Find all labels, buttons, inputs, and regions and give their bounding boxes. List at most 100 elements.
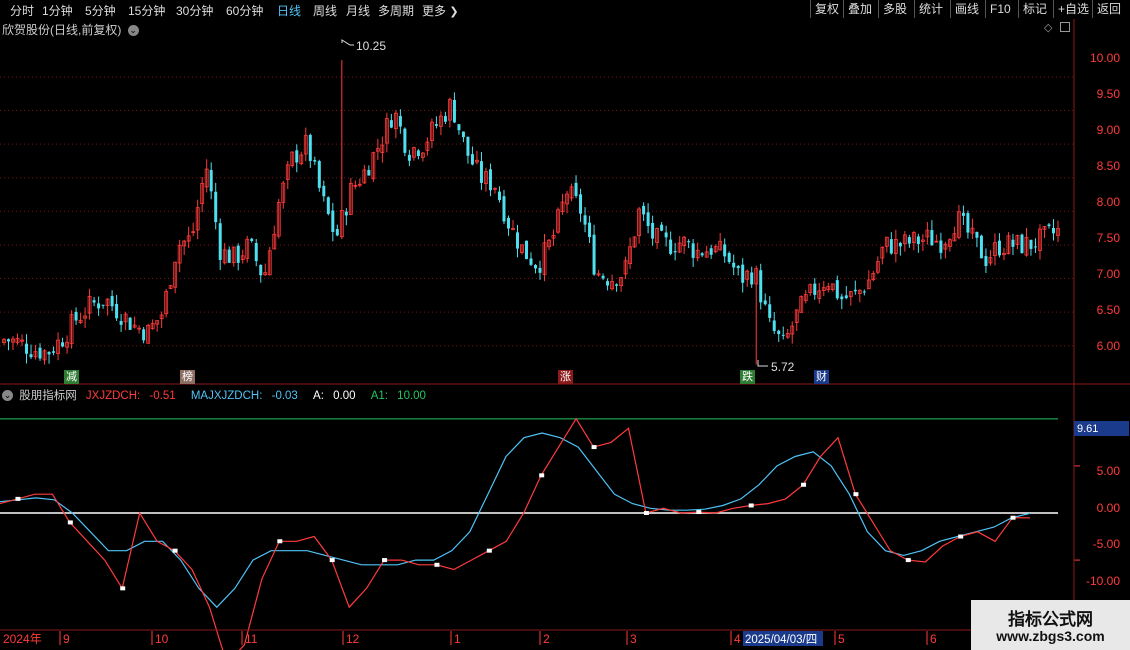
candle-body	[142, 329, 146, 341]
event-marker-limit-up[interactable]: 涨	[558, 370, 573, 384]
indicator-tick: 0.00	[1097, 501, 1121, 515]
high-price-label: 10.25	[356, 39, 386, 53]
signal-dot	[120, 586, 126, 591]
candle-body	[38, 347, 42, 359]
candle-body	[772, 320, 776, 332]
signal-dot	[15, 496, 21, 501]
price-tick: 7.00	[1097, 267, 1121, 281]
candle-body	[664, 232, 668, 238]
price-tick: 8.00	[1097, 195, 1121, 209]
candle-body	[416, 150, 420, 157]
candle-body	[583, 215, 587, 225]
candle-body	[759, 270, 763, 303]
candle-body	[497, 191, 501, 201]
candle-body	[335, 229, 339, 236]
candle-body	[236, 245, 240, 263]
candle-body	[52, 351, 56, 353]
signal-dot	[277, 539, 283, 544]
candle-body	[732, 262, 736, 268]
candle-body	[723, 244, 727, 257]
date-tick: 1	[454, 632, 461, 646]
candle-body	[660, 224, 664, 231]
candle-body	[214, 191, 218, 223]
event-marker-rank[interactable]: 榜	[180, 370, 195, 384]
price-tick: 7.50	[1097, 231, 1121, 245]
indicator-axis: 5.00 0.00 -5.00 -10.00	[1086, 464, 1120, 588]
candle-body	[259, 264, 263, 276]
indicator-field-a1: A1: 10.00	[371, 390, 432, 402]
candle-body	[470, 154, 474, 165]
candle-body	[74, 311, 78, 321]
signal-dot	[486, 548, 492, 553]
candle-body	[889, 239, 893, 254]
candle-body	[331, 210, 335, 232]
candle-body	[524, 240, 528, 260]
indicator-field-majxjzdch: MAJXJZDCH: -0.03	[191, 390, 307, 402]
price-axis: 10.00 9.50 9.00 8.50 8.00 7.50 7.00 6.50…	[1090, 51, 1120, 353]
candlestick-series	[2, 60, 1060, 365]
candle-body	[110, 296, 114, 307]
candle-body	[606, 281, 610, 286]
date-axis: 2024年 9 10 11 12 1 2 3 4 2025/04/03/四 5 …	[3, 631, 937, 646]
signal-dot	[853, 492, 859, 497]
candle-body	[61, 342, 65, 347]
candle-body	[768, 304, 772, 318]
price-tick: 8.50	[1097, 159, 1121, 173]
candle-body	[92, 300, 96, 303]
candle-body	[615, 284, 619, 286]
low-annotation: 5.72	[757, 360, 795, 374]
signal-dot	[748, 503, 754, 508]
field-value: 10.00	[397, 390, 426, 402]
candle-body	[7, 339, 11, 342]
candle-body	[687, 241, 691, 243]
event-marker-limit-down[interactable]: 跌	[740, 370, 755, 384]
candle-body	[592, 234, 596, 275]
date-tick: 5	[838, 632, 845, 646]
candle-body	[466, 136, 470, 156]
candle-body	[1011, 239, 1015, 247]
candle-body	[777, 330, 781, 335]
indicator-title-bar: ⌄ 股朋指标网 JXJZDCH: -0.51 MAJXJZDCH: -0.03 …	[2, 387, 438, 403]
candle-body	[588, 222, 592, 238]
signal-dot	[801, 482, 807, 487]
candle-body	[295, 150, 299, 163]
candle-body	[308, 134, 312, 161]
candle-body	[574, 182, 578, 196]
majxjzdch-line	[0, 432, 1031, 609]
candle-body	[403, 128, 407, 153]
event-marker-finance[interactable]: 财	[814, 370, 829, 384]
candle-body	[479, 161, 483, 183]
watermark-title: 指标公式网	[1008, 610, 1093, 629]
candle-body	[115, 303, 119, 319]
date-tick: 2	[543, 632, 550, 646]
candle-body	[966, 213, 970, 233]
candle-body	[930, 230, 934, 246]
field-label: MAJXJZDCH:	[190, 390, 263, 402]
candle-body	[534, 265, 538, 269]
candle-body	[781, 334, 785, 336]
candle-body	[673, 251, 677, 253]
candle-body	[736, 265, 740, 269]
candle-body	[502, 196, 506, 222]
indicator-tick: -10.00	[1086, 574, 1120, 588]
candle-body	[367, 169, 371, 176]
event-marker-reduce[interactable]: 减	[64, 370, 79, 384]
candle-body	[916, 236, 920, 245]
candle-body	[997, 240, 1001, 256]
date-tick: 12	[346, 632, 360, 646]
candle-body	[984, 256, 988, 267]
cursor-date-label: 2025/04/03/四	[745, 634, 817, 646]
candle-body	[979, 235, 983, 259]
candle-body	[646, 212, 650, 227]
candle-body	[975, 231, 979, 238]
candle-body	[691, 243, 695, 258]
candle-body	[669, 239, 673, 254]
candle-body	[700, 253, 704, 256]
jxjzdch-line	[0, 417, 1031, 650]
candle-body	[443, 116, 447, 122]
chevron-down-icon[interactable]: ⌄	[2, 390, 13, 402]
candle-body	[322, 185, 326, 197]
field-label: A1:	[370, 390, 388, 402]
candle-body	[853, 289, 857, 292]
candle-body	[1051, 228, 1055, 234]
